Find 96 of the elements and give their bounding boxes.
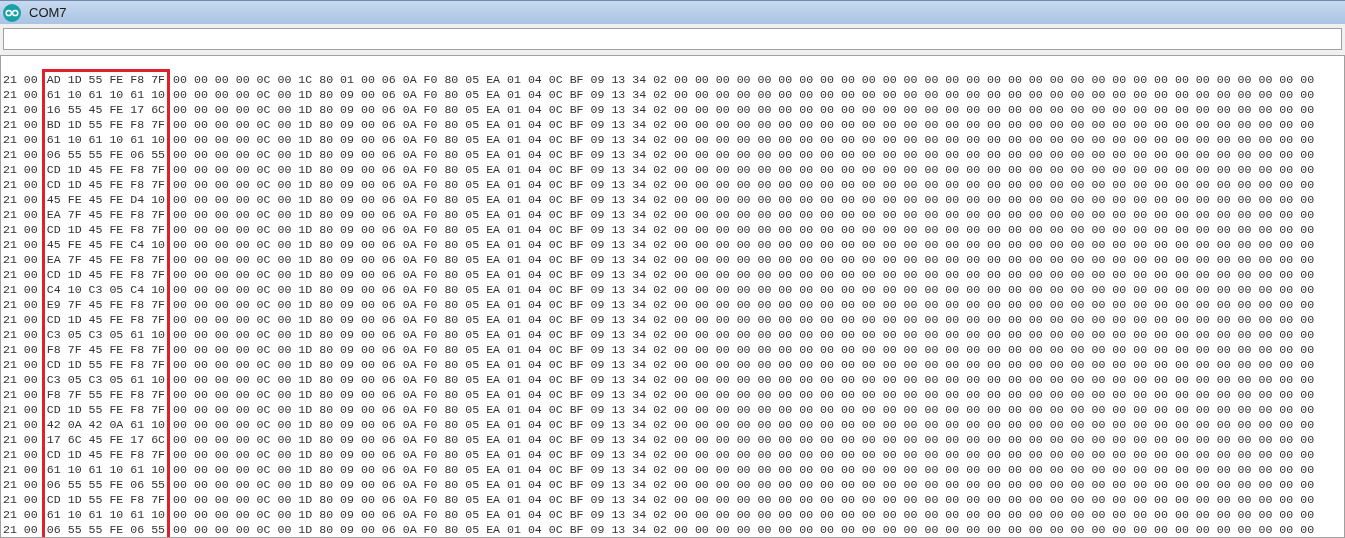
line-prefix: 21 00: [3, 327, 38, 342]
line-prefix: 21 00: [3, 282, 38, 297]
line-prefix: 21 00: [3, 192, 38, 207]
hex-bytes: 00 00 00 00 0C 00 1D 80 09 00 06 0A F0 80 05 EA 01 04 0C BF 09 13 34 02 00 00 00 00 00 00 00 00 00 00 00 00 00 00 00 00 00 00 00 00 00 00 00 00 00 00 00 00 00 00 00: [173, 372, 1315, 387]
line-prefix: 21 00: [3, 372, 38, 387]
hex-bytes: 00 00 00 00 0C 00 1D 80 09 00 06 0A F0 80 05 EA 01 04 0C BF 09 13 34 02 00 00 00 00 00 00 00 00 00 00 00 00 00 00 00 00 00 00 00 00 00 00 00 00 00 00 00 00 00 00 00: [173, 162, 1315, 177]
hex-bytes: CD 1D 45 FE F8 7F: [46, 177, 166, 192]
line-prefix: 21 00: [3, 117, 38, 132]
hex-bytes: CD 1D 45 FE F8 7F: [46, 447, 166, 462]
hex-bytes: 00 00 00 00 0C 00 1D 80 09 00 06 0A F0 80 05 EA 01 04 0C BF 09 13 34 02 00 00 00 00 00 00 00 00 00 00 00 00 00 00 00 00 00 00 00 00 00 00 00 00 00 00 00 00 00 00 00: [173, 357, 1315, 372]
hex-bytes: CD 1D 45 FE F8 7F: [46, 267, 166, 282]
app-logo-icon: [3, 3, 21, 22]
hex-bytes: 00 00 00 00 0C 00 1D 80 09 00 06 0A F0 80 05 EA 01 04 0C BF 09 13 34 02 00 00 00 00 00 00 00 00 00 00 00 00 00 00 00 00 00 00 00 00 00 00 00 00 00 00 00 00 00 00 00: [173, 132, 1315, 147]
hex-bytes: 16 55 45 FE 17 6C: [46, 102, 166, 117]
line-prefix: 21 00: [3, 207, 38, 222]
hex-bytes: 00 00 00 00 0C 00 1D 80 09 00 06 0A F0 80 05 EA 01 04 0C BF 09 13 34 02 00 00 00 00 00 00 00 00 00 00 00 00 00 00 00 00 00 00 00 00 00 00 00 00 00 00 00 00 00 00 00: [173, 282, 1315, 297]
hex-bytes: 00 00 00 00 0C 00 1D 80 09 00 06 0A F0 80 05 EA 01 04 0C BF 09 13 34 02 00 00 00 00 00 00 00 00 00 00 00 00 00 00 00 00 00 00 00 00 00 00 00 00 00 00 00 00 00 00 00: [173, 102, 1315, 117]
line-prefix: 21 00: [3, 447, 38, 462]
hex-bytes: 61 10 61 10 61 10: [46, 87, 166, 102]
hex-bytes: 00 00 00 00 0C 00 1D 80 09 00 06 0A F0 80 05 EA 01 04 0C BF 09 13 34 02 00 00 00 00 00 00 00 00 00 00 00 00 00 00 00 00 00 00 00 00 00 00 00 00 00 00 00 00 00 00 00: [173, 417, 1315, 432]
hex-bytes: CD 1D 55 FE F8 7F: [46, 402, 166, 417]
line-prefix: 21 00: [3, 177, 38, 192]
hex-bytes: C3 05 C3 05 61 10: [46, 372, 166, 387]
hex-bytes: EA 7F 45 FE F8 7F: [46, 207, 166, 222]
line-prefix: 21 00: [3, 507, 38, 522]
hex-bytes: CD 1D 45 FE F8 7F: [46, 162, 166, 177]
hex-bytes: 00 00 00 00 0C 00 1D 80 09 00 06 0A F0 80 05 EA 01 04 0C BF 09 13 34 02 00 00 00 00 00 00 00 00 00 00 00 00 00 00 00 00 00 00 00 00 00 00 00 00 00 00 00 00 00 00 00: [173, 147, 1315, 162]
hex-bytes: 06 55 55 FE 06 55: [46, 477, 166, 492]
line-prefix: 21 00: [3, 147, 38, 162]
line-prefix: 21 00: [3, 357, 38, 372]
hex-bytes: 00 00 00 00 0C 00 1D 80 09 00 06 0A F0 80 05 EA 01 04 0C BF 09 13 34 02 00 00 00 00 00 00 00 00 00 00 00 00 00 00 00 00 00 00 00 00 00 00 00 00 00 00 00 00 00 00 00: [173, 447, 1315, 462]
hex-bytes: BD 1D 55 FE F8 7F: [46, 117, 166, 132]
hex-bytes: 00 00 00 00 0C 00 1D 80 09 00 06 0A F0 80 05 EA 01 04 0C BF 09 13 34 02 00 00 00 00 00 00 00 00 00 00 00 00 00 00 00 00 00 00 00 00 00 00 00 00 00 00 00 00 00 00 00: [173, 207, 1315, 222]
hex-bytes: 61 10 61 10 61 10: [46, 507, 166, 522]
hex-bytes: EA 7F 45 FE F8 7F: [46, 252, 166, 267]
line-prefix: 21 00: [3, 102, 38, 117]
hex-bytes: CD 1D 45 FE F8 7F: [46, 312, 166, 327]
window-title: COM7: [29, 3, 67, 22]
line-prefix: 21 00: [3, 267, 38, 282]
line-prefix: 21 00: [3, 72, 38, 87]
line-prefix: 21 00: [3, 87, 38, 102]
hex-bytes: F8 7F 45 FE F8 7F: [46, 342, 166, 357]
line-prefix: 21 00: [3, 477, 38, 492]
line-prefix: 21 00: [3, 297, 38, 312]
line-prefix: 21 00: [3, 432, 38, 447]
hex-bytes: 00 00 00 00 0C 00 1D 80 09 00 06 0A F0 80 05 EA 01 04 0C BF 09 13 34 02 00 00 00 00 00 00 00 00 00 00 00 00 00 00 00 00 00 00 00 00 00 00 00 00 00 00 00 00 00 00 00: [173, 462, 1315, 477]
hex-bytes: 00 00 00 00 0C 00 1C 80 01 00 06 0A F0 80 05 EA 01 04 0C BF 09 13 34 02 00 00 00 00 00 00 00 00 00 00 00 00 00 00 00 00 00 00 00 00 00 00 00 00 00 00 00 00 00 00 00: [173, 72, 1315, 87]
line-prefix: 21 00: [3, 402, 38, 417]
line-prefix: 21 00: [3, 522, 38, 537]
hex-bytes: 00 00 00 00 0C 00 1D 80 09 00 06 0A F0 80 05 EA 01 04 0C BF 09 13 34 02 00 00 00 00 00 00 00 00 00 00 00 00 00 00 00 00 00 00 00 00 00 00 00 00 00 00 00 00 00 00 00: [173, 237, 1315, 252]
hex-bytes: 00 00 00 00 0C 00 1D 80 09 00 06 0A F0 80 05 EA 01 04 0C BF 09 13 34 02 00 00 00 00 00 00 00 00 00 00 00 00 00 00 00 00 00 00 00 00 00 00 00 00 00 00 00 00 00 00 00: [173, 297, 1315, 312]
hex-bytes: 00 00 00 00 0C 00 1D 80 09 00 06 0A F0 80 05 EA 01 04 0C BF 09 13 34 02 00 00 00 00 00 00 00 00 00 00 00 00 00 00 00 00 00 00 00 00 00 00 00 00 00 00 00 00 00 00 00: [173, 177, 1315, 192]
line-prefix: 21 00: [3, 342, 38, 357]
line-prefix: 21 00: [3, 387, 38, 402]
hex-bytes: F8 7F 55 FE F8 7F: [46, 387, 166, 402]
line-prefix: 21 00: [3, 312, 38, 327]
hex-bytes: 00 00 00 00 0C 00 1D 80 09 00 06 0A F0 80 05 EA 01 04 0C BF 09 13 34 02 00 00 00 00 00 00 00 00 00 00 00 00 00 00 00 00 00 00 00 00 00 00 00 00 00 00 00 00 00 00 00: [173, 402, 1315, 417]
line-prefix: 21 00: [3, 252, 38, 267]
hex-bytes: 42 0A 42 0A 61 10: [46, 417, 166, 432]
hex-bytes: 00 00 00 00 0C 00 1D 80 09 00 06 0A F0 80 05 EA 01 04 0C BF 09 13 34 02 00 00 00 00 00 00 00 00 00 00 00 00 00 00 00 00 00 00 00 00 00 00 00 00 00 00 00 00 00 00 00: [173, 312, 1315, 327]
input-field[interactable]: [3, 28, 1342, 50]
hex-bytes: 00 00 00 00 0C 00 1D 80 09 00 06 0A F0 80 05 EA 01 04 0C BF 09 13 34 02 00 00 00 00 00 00 00 00 00 00 00 00 00 00 00 00 00 00 00 00 00 00 00 00 00 00 00 00 00 00 00: [173, 192, 1315, 207]
hex-bytes: 00 00 00 00 0C 00 1D 80 09 00 06 0A F0 80 05 EA 01 04 0C BF 09 13 34 02 00 00 00 00 00 00 00 00 00 00 00 00 00 00 00 00 00 00 00 00 00 00 00 00 00 00 00 00 00 00 00: [173, 267, 1315, 282]
line-prefix: 21 00: [3, 237, 38, 252]
hex-bytes: 00 00 00 00 0C 00 1D 80 09 00 06 0A F0 80 05 EA 01 04 0C BF 09 13 34 02 00 00 00 00 00 00 00 00 00 00 00 00 00 00 00 00 00 00 00 00 00 00 00 00 00 00 00 00 00 00 00: [173, 507, 1315, 522]
line-prefix: 21 00: [3, 162, 38, 177]
hex-bytes: 00 00 00 00 0C 00 1D 80 09 00 06 0A F0 80 05 EA 01 04 0C BF 09 13 34 02 00 00 00 00 00 00 00 00 00 00 00 00 00 00 00 00 00 00 00 00 00 00 00 00 00 00 00 00 00 00 00: [173, 492, 1315, 507]
hex-bytes: 00 00 00 00 0C 00 1D 80 09 00 06 0A F0 80 05 EA 01 04 0C BF 09 13 34 02 00 00 00 00 00 00 00 00 00 00 00 00 00 00 00 00 00 00 00 00 00 00 00 00 00 00 00 00 00 00 00: [173, 477, 1315, 492]
hex-bytes: CD 1D 45 FE F8 7F: [46, 222, 166, 237]
line-prefix: 21 00: [3, 222, 38, 237]
hex-bytes: E9 7F 45 FE F8 7F: [46, 297, 166, 312]
hex-bytes: 00 00 00 00 0C 00 1D 80 09 00 06 0A F0 80 05 EA 01 04 0C BF 09 13 34 02 00 00 00 00 00 00 00 00 00 00 00 00 00 00 00 00 00 00 00 00 00 00 00 00 00 00 00 00 00 00 00: [173, 117, 1315, 132]
hex-bytes: 61 10 61 10 61 10: [46, 132, 166, 147]
hex-bytes: 00 00 00 00 0C 00 1D 80 09 00 06 0A F0 80 05 EA 01 04 0C BF 09 13 34 02 00 00 00 00 00 00 00 00 00 00 00 00 00 00 00 00 00 00 00 00 00 00 00 00 00 00 00 00 00 00 00: [173, 252, 1315, 267]
hex-bytes: 06 55 55 FE 06 55: [46, 522, 166, 537]
line-prefix: 21 00: [3, 417, 38, 432]
hex-bytes: 61 10 61 10 61 10: [46, 462, 166, 477]
hex-bytes: 17 6C 45 FE 17 6C: [46, 432, 166, 447]
hex-bytes: 00 00 00 00 0C 00 1D 80 09 00 06 0A F0 80 05 EA 01 04 0C BF 09 13 34 02 00 00 00 00 00 00 00 00 00 00 00 00 00 00 00 00 00 00 00 00 00 00 00 00 00 00 00 00 00 00 00: [173, 87, 1315, 102]
hex-bytes: 00 00 00 00 0C 00 1D 80 09 00 06 0A F0 80 05 EA 01 04 0C BF 09 13 34 02 00 00 00 00 00 00 00 00 00 00 00 00 00 00 00 00 00 00 00 00 00 00 00 00 00 00 00 00 00 00 00: [173, 522, 1315, 537]
hex-bytes: 00 00 00 00 0C 00 1D 80 09 00 06 0A F0 80 05 EA 01 04 0C BF 09 13 34 02 00 00 00 00 00 00 00 00 00 00 00 00 00 00 00 00 00 00 00 00 00 00 00 00 00 00 00 00 00 00 00: [173, 432, 1315, 447]
line-prefix: 21 00: [3, 132, 38, 147]
line-prefix: 21 00: [3, 492, 38, 507]
hex-bytes: CD 1D 55 FE F8 7F: [46, 357, 166, 372]
line-prefix: 21 00: [3, 462, 38, 477]
hex-bytes: C4 10 C3 05 C4 10: [46, 282, 166, 297]
hex-bytes: AD 1D 55 FE F8 7F: [46, 72, 166, 87]
hex-bytes: 00 00 00 00 0C 00 1D 80 09 00 06 0A F0 80 05 EA 01 04 0C BF 09 13 34 02 00 00 00 00 00 00 00 00 00 00 00 00 00 00 00 00 00 00 00 00 00 00 00 00 00 00 00 00 00 00 00: [173, 327, 1315, 342]
hex-bytes: 00 00 00 00 0C 00 1D 80 09 00 06 0A F0 80 05 EA 01 04 0C BF 09 13 34 02 00 00 00 00 00 00 00 00 00 00 00 00 00 00 00 00 00 00 00 00 00 00 00 00 00 00 00 00 00 00 00: [173, 222, 1315, 237]
hex-bytes: 06 55 55 FE 06 55: [46, 147, 166, 162]
hex-bytes: C3 05 C3 05 61 10: [46, 327, 166, 342]
hex-bytes: 45 FE 45 FE C4 10: [46, 237, 166, 252]
hex-bytes: 00 00 00 00 0C 00 1D 80 09 00 06 0A F0 80 05 EA 01 04 0C BF 09 13 34 02 00 00 00 00 00 00 00 00 00 00 00 00 00 00 00 00 00 00 00 00 00 00 00 00 00 00 00 00 00 00 00: [173, 387, 1315, 402]
hex-bytes: 45 FE 45 FE D4 10: [46, 192, 166, 207]
hex-bytes: CD 1D 55 FE F8 7F: [46, 492, 166, 507]
hex-bytes: 00 00 00 00 0C 00 1D 80 09 00 06 0A F0 80 05 EA 01 04 0C BF 09 13 34 02 00 00 00 00 00 00 00 00 00 00 00 00 00 00 00 00 00 00 00 00 00 00 00 00 00 00 00 00 00 00 00: [173, 342, 1315, 357]
